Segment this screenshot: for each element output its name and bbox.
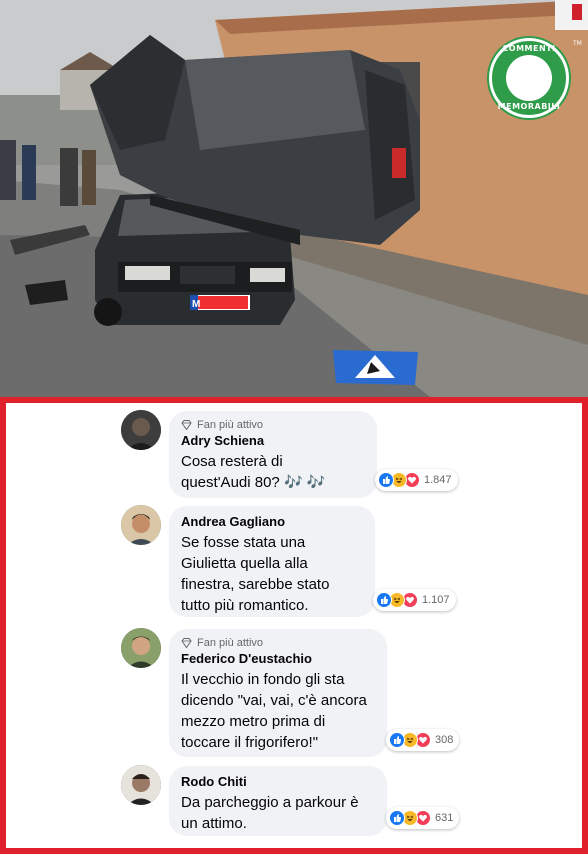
avatar[interactable] [121,628,161,668]
comment-line: Cosa resterà di [181,453,283,470]
top-fan-label: Fan più attivo [197,637,264,649]
top-fan-badge: Fan più attivo [181,419,365,431]
like-icon [376,592,392,608]
top-fan-badge: Fan più attivo [181,637,375,649]
diamond-icon [181,420,192,430]
avatar[interactable] [121,765,161,805]
comment-author[interactable]: Federico D'eustachio [181,651,375,666]
reactions-summary[interactable]: 631 [386,807,460,829]
comment-bubble: Fan più attivo Adry Schiena Cosa resterà… [169,411,377,498]
reactions-summary[interactable]: 1.847 [375,469,458,491]
comment-line: mezzo metro prima di [181,713,326,730]
comment-line: Giulietta quella alla [181,555,308,572]
diamond-icon [181,638,192,648]
top-fan-label: Fan più attivo [197,419,264,431]
comment-line: Se fosse stata una [181,534,306,551]
logo-bottom-text: MEMORABILI [497,102,561,111]
post-photo: M COMMENTI MEMORABILI TM [0,0,588,397]
trademark-mark: TM [573,40,582,47]
comment-line: tutto più romantico. [181,597,309,614]
comment-line: dicendo "vai, vai, c'è ancora [181,692,367,709]
comment-line: finestra, sarebbe stato [181,576,330,593]
reaction-count: 1.107 [422,594,450,606]
like-icon [378,472,394,488]
logo-portrait-icon [506,55,552,101]
like-icon [389,810,405,826]
comment-line: quest'Audi 80? 🎶 🎶 [181,474,326,491]
comment-text: Cosa resterà di quest'Audi 80? 🎶 🎶 [181,451,365,493]
comment-text: Se fosse stata una Giulietta quella alla… [181,532,363,616]
like-icon [389,732,405,748]
reactions-summary[interactable]: 308 [386,729,460,751]
avatar[interactable] [121,505,161,545]
reaction-count: 308 [435,734,454,746]
comment-line: toccare il frigorifero!" [181,734,319,751]
comment-line: Il vecchio in fondo gli sta [181,671,345,688]
license-plate-letter: M [192,299,200,310]
comment-author[interactable]: Andrea Gagliano [181,514,363,529]
reaction-count: 631 [435,812,454,824]
avatar[interactable] [121,410,161,450]
comment-text: Il vecchio in fondo gli sta dicendo "vai… [181,669,375,753]
comment-line: un attimo. [181,815,247,832]
comment-author[interactable]: Rodo Chiti [181,774,375,789]
reactions-summary[interactable]: 1.107 [373,589,456,611]
comment-text: Da parcheggio a parkour è un attimo. [181,792,375,834]
reaction-count: 1.847 [424,474,452,486]
comment-bubble: Rodo Chiti Da parcheggio a parkour è un … [169,766,387,836]
comment-bubble: Fan più attivo Federico D'eustachio Il v… [169,629,387,757]
comment-line: Da parcheggio a parkour è [181,794,359,811]
comment-bubble: Andrea Gagliano Se fosse stata una Giuli… [169,506,375,617]
logo-top-text: COMMENTI [502,44,556,53]
comment-author[interactable]: Adry Schiena [181,433,365,448]
comments-memorable-logo: COMMENTI MEMORABILI [489,38,569,118]
